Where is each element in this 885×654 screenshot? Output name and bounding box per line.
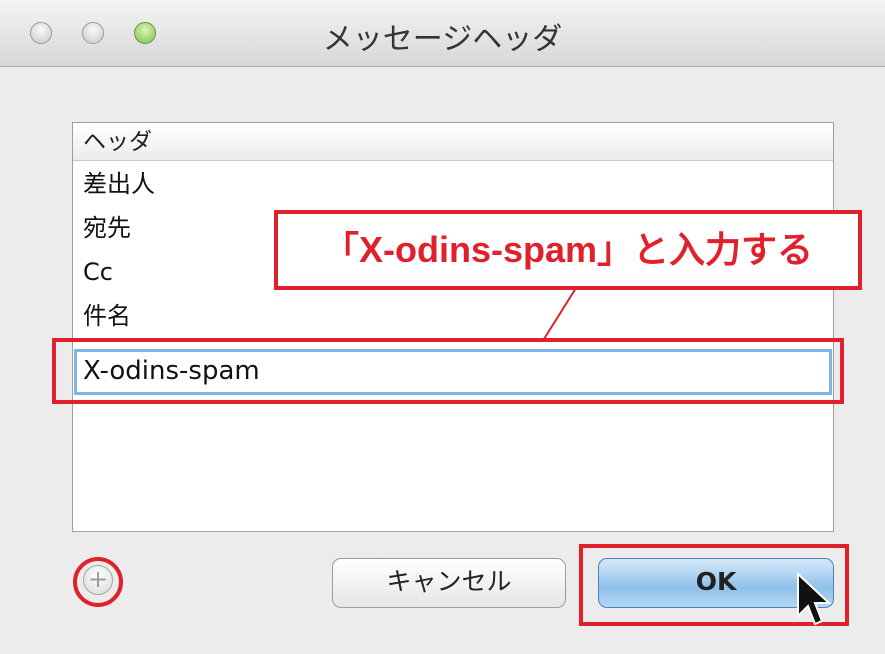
- annotation-callout: 「X-odins-spam」と入力する: [274, 210, 862, 290]
- mouse-pointer-icon: [797, 572, 832, 626]
- highlight-circle: [73, 557, 123, 607]
- cancel-button[interactable]: キャンセル: [332, 558, 566, 608]
